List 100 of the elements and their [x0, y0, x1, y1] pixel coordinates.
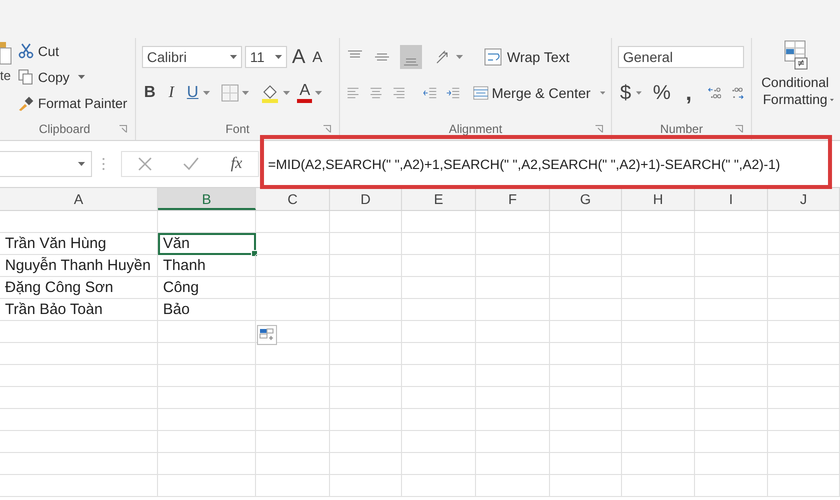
dialog-launcher-icon[interactable] — [119, 125, 127, 133]
table-cell — [550, 321, 622, 343]
table-cell — [330, 233, 402, 255]
table-cell[interactable]: Công — [158, 277, 256, 299]
table-cell — [330, 255, 402, 277]
align-left-icon[interactable] — [346, 85, 360, 101]
underline-button[interactable]: U — [184, 84, 200, 102]
column-header[interactable]: H — [622, 188, 695, 210]
paste-icon[interactable] — [0, 40, 12, 66]
grow-font-button[interactable]: A — [290, 46, 308, 68]
cancel-icon[interactable] — [138, 157, 152, 171]
table-cell — [768, 365, 840, 387]
table-cell[interactable]: Bảo — [158, 299, 256, 321]
table-cell — [768, 409, 840, 431]
painter-button[interactable]: Format Painter — [38, 96, 128, 110]
formula-field[interactable]: =MID(A2,SEARCH(" ",A2)+1,SEARCH(" ",A2,SEARCH(" ",A2)+1)-SEARCH(" ",A2)-1) — [259, 156, 780, 172]
fill-color-icon[interactable] — [260, 83, 280, 103]
table-cell — [330, 431, 402, 453]
font-color-button[interactable]: A — [297, 83, 312, 103]
table-cell — [330, 387, 402, 409]
caret-icon[interactable] — [275, 55, 282, 59]
table-cell — [768, 233, 840, 255]
scissors-icon[interactable] — [18, 43, 34, 59]
conditional-formatting-button[interactable]: Conditional Formatting — [758, 74, 832, 108]
copy-icon[interactable] — [18, 69, 34, 85]
increase-indent-icon[interactable] — [446, 85, 460, 101]
caret-icon[interactable] — [636, 91, 642, 95]
column-header[interactable]: J — [768, 188, 840, 210]
wrap-text-icon[interactable] — [484, 48, 504, 66]
table-cell[interactable]: Thanh — [158, 255, 256, 277]
table-cell — [768, 343, 840, 365]
grip-icon — [102, 157, 105, 171]
font-family-dropdown[interactable]: Calibri — [142, 46, 242, 68]
align-center-icon[interactable] — [369, 85, 384, 101]
table-cell: Đặng Công Sơn — [0, 277, 158, 299]
copy-button[interactable]: Copy — [38, 70, 70, 84]
table-cell — [550, 299, 622, 321]
enter-check-icon[interactable] — [183, 157, 200, 171]
font-size-dropdown[interactable]: 11 — [245, 46, 287, 68]
column-header[interactable]: B — [158, 188, 256, 210]
table-cell — [550, 255, 622, 277]
insert-function-button[interactable]: fx — [230, 155, 242, 173]
table-cell — [330, 277, 402, 299]
column-header[interactable]: D — [330, 188, 402, 210]
table-cell — [550, 387, 622, 409]
currency-button[interactable]: $ — [618, 82, 634, 104]
column-header[interactable]: I — [695, 188, 768, 210]
caret-icon[interactable] — [830, 98, 834, 102]
caret-icon[interactable] — [78, 162, 85, 166]
caret-icon[interactable] — [600, 91, 606, 95]
table-cell — [550, 277, 622, 299]
table-cell: Nguyễn Thanh Huyền — [0, 255, 158, 277]
table-cell — [330, 409, 402, 431]
quick-analysis-icon[interactable] — [257, 325, 277, 345]
dialog-launcher-icon[interactable] — [595, 125, 603, 133]
table-cell — [550, 475, 622, 497]
bottom-align-icon[interactable] — [400, 45, 422, 69]
percent-button[interactable]: % — [650, 82, 673, 104]
column-header[interactable]: E — [402, 188, 476, 210]
column-header[interactable]: G — [550, 188, 622, 210]
table-cell — [768, 431, 840, 453]
caret-icon[interactable] — [283, 91, 290, 95]
group-label: Clipboard — [38, 122, 90, 136]
caret-icon[interactable] — [203, 91, 210, 95]
table-cell — [768, 453, 840, 475]
wrap-text-button[interactable]: Wrap Text — [507, 49, 570, 65]
align-right-icon[interactable] — [392, 85, 406, 101]
shrink-font-button[interactable]: A — [310, 48, 324, 66]
table-cell — [768, 475, 840, 497]
dialog-launcher-icon[interactable] — [735, 125, 743, 133]
bold-button[interactable]: B — [142, 84, 158, 102]
table-cell — [550, 365, 622, 387]
table-cell — [330, 343, 402, 365]
dialog-launcher-icon[interactable] — [323, 125, 331, 133]
table-cell — [550, 409, 622, 431]
comma-button[interactable]: , — [684, 85, 694, 101]
group-label: Number — [660, 122, 703, 136]
caret-icon[interactable] — [242, 91, 250, 95]
table-cell — [768, 387, 840, 409]
decrease-indent-icon[interactable] — [423, 85, 438, 101]
cut-button[interactable]: Cut — [38, 44, 60, 58]
table-cell — [550, 233, 622, 255]
caret-icon[interactable] — [315, 91, 322, 95]
table-cell — [550, 431, 622, 453]
caret-icon[interactable] — [456, 55, 463, 59]
borders-icon[interactable] — [221, 84, 240, 102]
table-cell — [330, 365, 402, 387]
conditional-formatting-icon[interactable] — [783, 40, 809, 70]
merge-icon[interactable] — [473, 84, 489, 102]
column-header[interactable]: F — [476, 188, 550, 210]
merge-center-button[interactable]: Merge & Center — [492, 85, 591, 101]
caret-icon[interactable] — [78, 75, 85, 79]
italic-button[interactable]: I — [166, 84, 176, 102]
table-cell — [330, 299, 402, 321]
column-header[interactable]: C — [256, 188, 330, 210]
paintbrush-icon[interactable] — [18, 95, 34, 111]
table-cell[interactable]: Văn — [158, 233, 256, 255]
caret-icon[interactable] — [230, 55, 237, 59]
number-format-dropdown[interactable]: General — [618, 46, 744, 68]
paste-label[interactable]: te — [0, 68, 11, 83]
